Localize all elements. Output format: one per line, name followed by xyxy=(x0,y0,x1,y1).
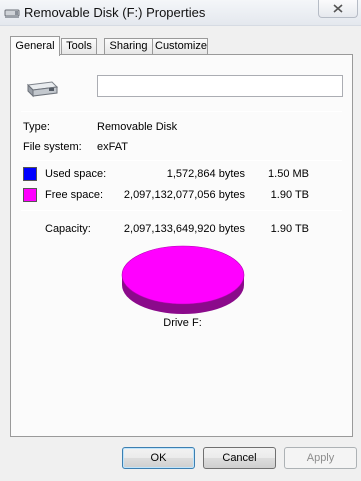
ok-button[interactable]: OK xyxy=(122,447,195,469)
tab-customize-label: Customize xyxy=(155,40,207,52)
separator xyxy=(21,111,342,112)
drive-label: Drive F: xyxy=(163,317,202,329)
window-title: Removable Disk (F:) Properties xyxy=(24,5,206,20)
free-space-bytes: 2,097,132,077,056 bytes xyxy=(123,189,245,201)
used-space-bytes: 1,572,864 bytes xyxy=(166,168,245,180)
pie-slice-free-space xyxy=(122,246,244,304)
close-icon xyxy=(333,4,343,13)
file-system-value: exFAT xyxy=(97,141,128,153)
separator xyxy=(21,210,342,211)
apply-button[interactable]: Apply xyxy=(284,447,357,469)
used-space-size: 1.50 MB xyxy=(268,168,309,180)
close-button[interactable] xyxy=(318,0,358,18)
removable-disk-icon xyxy=(4,7,20,19)
free-space-swatch xyxy=(23,188,37,202)
disk-usage-pie-chart xyxy=(121,245,245,314)
tab-tools[interactable]: Tools xyxy=(61,38,97,55)
title-bar[interactable]: Removable Disk (F:) Properties xyxy=(0,0,361,26)
properties-window: Removable Disk (F:) Properties General T… xyxy=(0,0,361,481)
tab-sharing-label: Sharing xyxy=(109,40,148,52)
tab-general[interactable]: General xyxy=(10,36,60,56)
tab-general-label: General xyxy=(15,40,55,52)
capacity-size: 1.90 TB xyxy=(270,223,309,235)
tab-sharing[interactable]: Sharing xyxy=(104,38,153,55)
general-panel: Type: Removable Disk File system: exFAT … xyxy=(10,54,353,437)
capacity-label: Capacity: xyxy=(45,223,91,235)
used-space-label: Used space: xyxy=(45,168,107,180)
type-label: Type: xyxy=(23,121,50,133)
separator xyxy=(21,160,342,161)
type-value: Removable Disk xyxy=(97,121,178,133)
removable-drive-icon xyxy=(25,79,59,104)
capacity-bytes: 2,097,133,649,920 bytes xyxy=(123,223,245,235)
volume-name-input[interactable] xyxy=(97,75,343,97)
free-space-label: Free space: xyxy=(45,189,104,201)
cancel-button[interactable]: Cancel xyxy=(203,447,276,469)
tab-tools-label: Tools xyxy=(66,40,92,52)
file-system-label: File system: xyxy=(23,141,82,153)
tab-customize[interactable]: Customize xyxy=(152,38,208,55)
free-space-size: 1.90 TB xyxy=(270,189,309,201)
used-space-swatch xyxy=(23,167,37,181)
